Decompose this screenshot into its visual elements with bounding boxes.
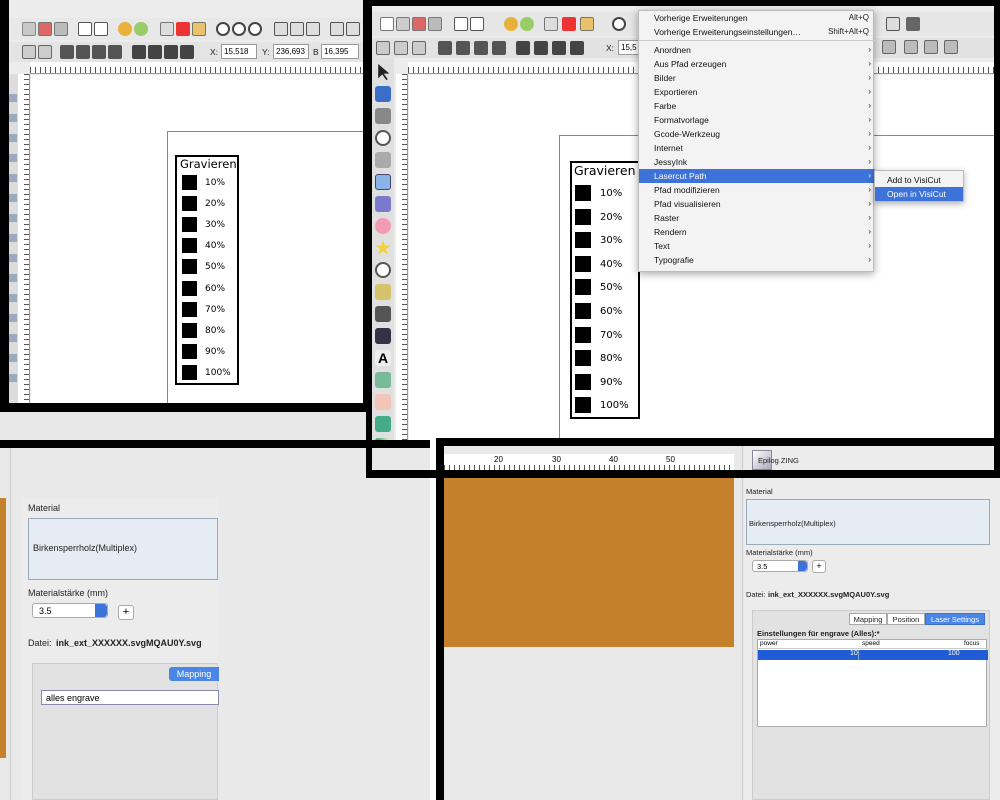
select-arrows-icon [95,604,107,617]
visicut-window-1: Material Birkensperrholz(Multiplex) Mate… [0,440,430,800]
thickness-select[interactable]: 3.5 [752,560,808,572]
cell-separator [858,650,859,660]
frame-win2 [366,0,1000,478]
cell-power[interactable]: 10 [850,650,858,657]
gap-area [0,412,366,440]
tab-mapping[interactable]: Mapping [849,613,887,625]
settings-panel: Mapping Position Laser Settings Einstellun… [752,610,990,800]
thickness-label: Materialstärke (mm) [28,588,109,598]
wood-strip [0,498,6,758]
file-label: Datei: [746,590,766,599]
wood-workpiece[interactable] [444,472,734,647]
thickness-value: 3.5 [39,606,52,616]
material-label: Material [28,503,61,513]
material-label: Material [746,487,773,496]
tab-position[interactable]: Position [887,613,925,625]
mapping-panel: Mapping alles engrave [32,663,219,800]
file-value: ink_ext_XXXXXX.svgMQAU0Y.svg [56,638,202,648]
header-speed: speed [862,640,880,647]
add-thickness-button[interactable]: + [812,560,826,573]
header-focus: focus [964,640,980,647]
thickness-value: 3.5 [757,562,768,571]
material-box[interactable]: Birkensperrholz(Multiplex) [746,499,990,545]
file-value: ink_ext_XXXXXX.svgMQAU0Y.svg [768,590,890,599]
material-value: Birkensperrholz(Multiplex) [33,543,138,553]
table-header-row: power speed focus [758,640,988,649]
mapping-value: alles engrave [46,693,100,703]
frame-win1 [0,0,372,412]
cell-speed[interactable]: 100 [948,650,960,657]
thickness-select[interactable]: 3.5 [32,603,108,618]
thickness-label: Materialstärke (mm) [746,548,813,557]
tab-laser-settings[interactable]: Laser Settings [925,613,985,625]
visicut-window-2: 20 30 40 50 Epilog ZING Material Birkens… [436,438,1000,800]
settings-table: power speed focus 10 100 [757,639,988,727]
settings-title: Einstellungen für engrave (Alles):* [757,629,880,638]
select-arrows-icon [798,561,807,571]
right-panel: Epilog ZING Material Birkensperrholz(Mul… [744,446,1000,800]
file-label: Datei: [28,638,52,648]
settings-panel: Material Birkensperrholz(Multiplex) Mate… [22,498,219,800]
left-divider [10,448,11,800]
visicut-inner: 20 30 40 50 Epilog ZING Material Birkens… [444,446,1000,800]
table-row[interactable]: 10 100 [758,650,988,660]
header-power: power [760,640,778,647]
mapping-select[interactable]: alles engrave [41,690,219,705]
tab-mapping[interactable]: Mapping [169,667,219,681]
add-thickness-button[interactable]: + [118,605,134,620]
divider [742,446,743,800]
material-value: Birkensperrholz(Multiplex) [749,519,836,528]
material-box[interactable]: Birkensperrholz(Multiplex) [28,518,218,580]
